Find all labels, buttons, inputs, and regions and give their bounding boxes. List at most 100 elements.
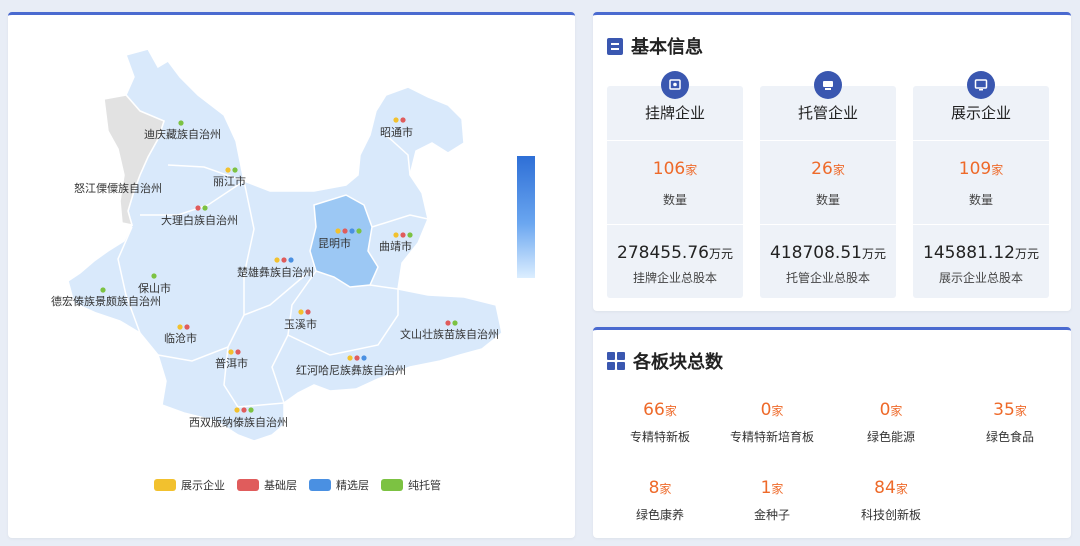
yunnan-map: 迪庆藏族自治州 怒江傈僳族自治州 丽江市 大理白族自治州 保山市 德宏傣族景颇族… — [51, 48, 503, 442]
legend-swatch — [381, 479, 403, 491]
legend-item-display[interactable]: 展示企业 — [154, 477, 225, 493]
card-count: 109 — [958, 159, 992, 179]
card-capital: 278455.76 — [617, 243, 709, 263]
marker-dot — [228, 349, 234, 355]
marker-dot — [354, 355, 360, 361]
marker-dot — [393, 232, 399, 238]
marker-dot — [407, 232, 413, 238]
sector-value: 0 — [879, 400, 891, 420]
sector-item[interactable]: 8家 绿色康养 — [605, 478, 715, 523]
sector-label: 绿色能源 — [866, 430, 915, 444]
value-scale-bar[interactable] — [517, 156, 535, 278]
marker-dot — [445, 320, 451, 326]
card-count-label: 数量 — [662, 193, 687, 207]
sector-value: 35 — [993, 400, 1015, 420]
marker-dot — [298, 309, 304, 315]
card-count-block: 26家 数量 — [760, 141, 896, 225]
legend-swatch — [309, 479, 331, 491]
sector-item[interactable]: 0家 绿色能源 — [836, 400, 946, 445]
sector-value-block: 66家 — [605, 400, 715, 420]
city-label-kunming: 昆明市 — [318, 236, 351, 250]
sector-label: 科技创新板 — [860, 508, 921, 522]
sector-value-block: 84家 — [836, 478, 946, 498]
marker-dot — [349, 228, 355, 234]
card-count-label: 数量 — [815, 193, 840, 207]
marker-dot — [361, 355, 367, 361]
basic-info-panel: 基本信息 挂牌企业 106家 数量 278455.76万元 挂牌企业总股本 托管… — [593, 12, 1071, 311]
sector-unit: 家 — [659, 482, 672, 496]
card-count-unit: 家 — [991, 163, 1004, 177]
sector-header: 各板块总数 — [607, 348, 723, 374]
card-capital-unit: 万元 — [861, 247, 886, 261]
document-icon — [607, 37, 623, 55]
sector-value-block: 35家 — [955, 400, 1065, 420]
legend-label: 展示企业 — [181, 479, 225, 492]
monitor-icon — [967, 71, 995, 99]
card-count: 26 — [811, 159, 833, 179]
city-label-yuxi: 玉溪市 — [284, 317, 317, 331]
city-label-puer: 普洱市 — [215, 356, 248, 370]
marker-dot — [288, 257, 294, 263]
sector-item[interactable]: 1家 金种子 — [717, 478, 827, 523]
card-custody[interactable]: 托管企业 26家 数量 418708.51万元 托管企业总股本 — [760, 71, 896, 298]
card-count-unit: 家 — [832, 163, 845, 177]
city-label-qujing: 曲靖市 — [379, 239, 412, 253]
card-listed[interactable]: 挂牌企业 106家 数量 278455.76万元 挂牌企业总股本 — [607, 71, 743, 298]
city-label-zhaotong: 昭通市 — [380, 125, 413, 139]
marker-dot — [393, 117, 399, 123]
city-label-diqing: 迪庆藏族自治州 — [144, 127, 221, 141]
legend-item-select[interactable]: 精选层 — [309, 477, 369, 493]
sector-item[interactable]: 35家 绿色食品 — [955, 400, 1065, 445]
sector-panel: 各板块总数 66家 专精特新板 0家 专精特新培育板 0家 绿色能源 35家 绿… — [593, 327, 1071, 538]
marker-dot — [347, 355, 353, 361]
card-count-block: 109家 数量 — [913, 141, 1049, 225]
city-label-xishuangbanna: 西双版纳傣族自治州 — [189, 415, 288, 429]
sector-value: 8 — [648, 478, 660, 498]
marker-dot — [241, 407, 247, 413]
marker-dot — [195, 205, 201, 211]
card-display[interactable]: 展示企业 109家 数量 145881.12万元 展示企业总股本 — [913, 71, 1049, 298]
sector-value-block: 1家 — [717, 478, 827, 498]
marker-dot — [248, 407, 254, 413]
city-label-honghe: 红河哈尼族彝族自治州 — [296, 363, 406, 377]
card-capital-label: 展示企业总股本 — [938, 271, 1023, 285]
legend-item-custody[interactable]: 纯托管 — [381, 477, 441, 493]
legend-label: 纯托管 — [408, 479, 441, 492]
sector-value-block: 0家 — [836, 400, 946, 420]
card-capital-unit: 万元 — [708, 247, 733, 261]
sector-unit: 家 — [664, 404, 677, 418]
card-capital: 145881.12 — [923, 243, 1015, 263]
certificate-icon — [661, 71, 689, 99]
legend-swatch — [154, 479, 176, 491]
city-nujiang[interactable]: 怒江傈僳族自治州 — [74, 181, 162, 195]
city-label-chuxiong: 楚雄彝族自治州 — [237, 265, 314, 279]
sector-item[interactable]: 84家 科技创新板 — [836, 478, 946, 523]
sector-value-block: 8家 — [605, 478, 715, 498]
card-capital-block: 145881.12万元 展示企业总股本 — [913, 225, 1049, 286]
legend-item-basic[interactable]: 基础层 — [237, 477, 297, 493]
city-label-lincang: 临沧市 — [164, 331, 197, 345]
card-capital-unit: 万元 — [1014, 247, 1039, 261]
sector-item[interactable]: 66家 专精特新板 — [605, 400, 715, 445]
sector-value: 84 — [874, 478, 896, 498]
city-label-wenshan: 文山壮族苗族自治州 — [400, 327, 499, 341]
map-legend: 展示企业 基础层 精选层 纯托管 — [154, 477, 441, 493]
card-count-block: 106家 数量 — [607, 141, 743, 225]
sector-value: 66 — [643, 400, 665, 420]
sector-unit: 家 — [771, 482, 784, 496]
marker-dot — [100, 287, 106, 293]
basic-info-title: 基本信息 — [631, 37, 703, 58]
sector-item[interactable]: 0家 专精特新培育板 — [717, 400, 827, 445]
marker-dot — [400, 117, 406, 123]
sector-label: 金种子 — [753, 508, 790, 522]
sector-value: 1 — [760, 478, 772, 498]
marker-dot — [274, 257, 280, 263]
map-panel: 迪庆藏族自治州 怒江傈僳族自治州 丽江市 大理白族自治州 保山市 德宏傣族景颇族… — [8, 12, 575, 538]
sector-value: 0 — [760, 400, 772, 420]
card-count-label: 数量 — [968, 193, 993, 207]
legend-label: 精选层 — [336, 479, 369, 492]
city-label-dali: 大理白族自治州 — [161, 213, 238, 227]
marker-dot — [202, 205, 208, 211]
city-label-dehong: 德宏傣族景颇族自治州 — [51, 294, 161, 308]
sector-value-block: 0家 — [717, 400, 827, 420]
